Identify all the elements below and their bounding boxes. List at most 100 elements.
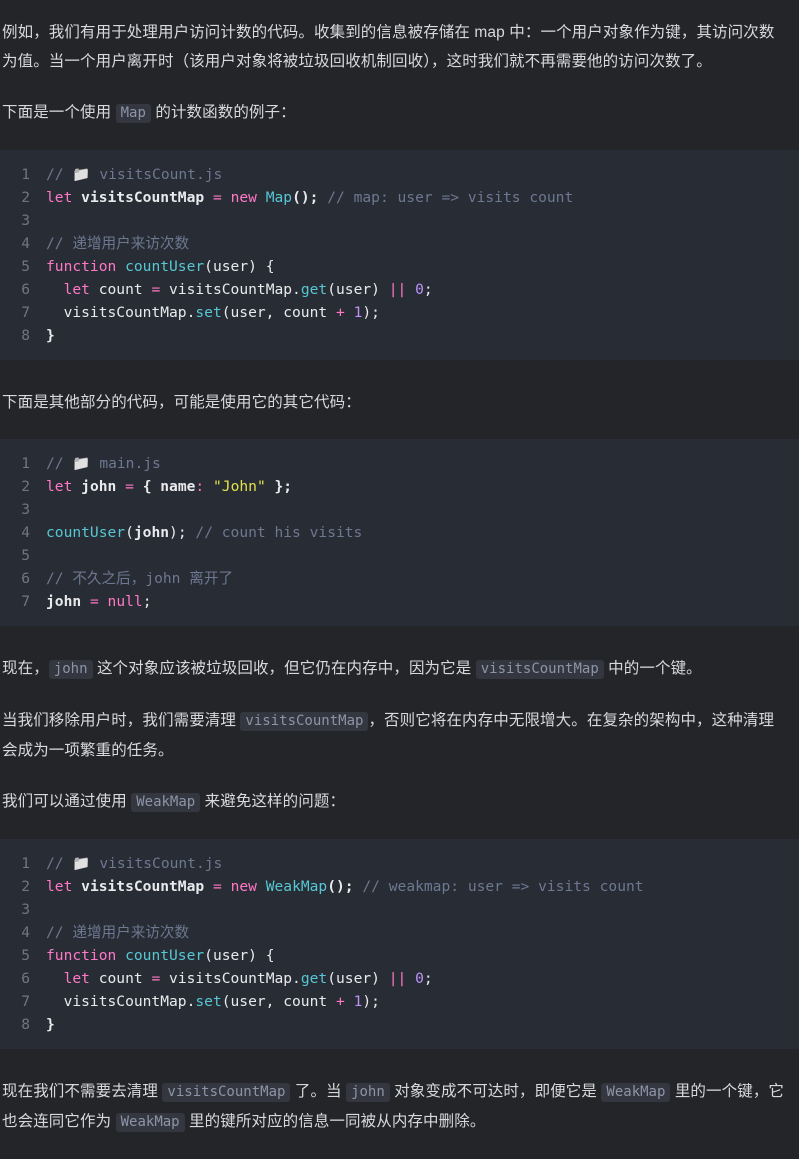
code-token: 📁 <box>72 455 91 472</box>
inline-code-weakmap: WeakMap <box>131 793 201 812</box>
code-line-content: } <box>46 324 799 347</box>
code-line-content: visitsCountMap.set(user, count + 1); <box>46 990 799 1013</box>
code-token: let <box>63 281 90 298</box>
line-number: 5 <box>21 258 30 275</box>
code-token: count <box>98 281 143 298</box>
code-line: 1 // 📁 visitsCount.js <box>0 163 799 186</box>
code-block-main-js[interactable]: 1 // 📁 main.js 2 let john = { name: "John" … <box>0 439 799 626</box>
code-line: 4 // 递增用户来访次数 <box>0 921 799 944</box>
line-number: 4 <box>21 924 30 941</box>
text-fragment: 现在我们不需要去清理 <box>2 1083 163 1100</box>
code-token: ); <box>169 524 187 541</box>
text-fragment: 了。当 <box>290 1083 347 1100</box>
code-line: 8} <box>0 1013 799 1036</box>
code-token: 📁 <box>72 166 91 183</box>
line-number: 1 <box>21 855 30 872</box>
code-token: // 递增用户来访次数 <box>46 235 190 252</box>
code-token: visitsCountMap. <box>46 304 196 321</box>
paragraph-example-intro: 下面是一个使用 Map 的计数函数的例子： <box>0 98 799 128</box>
code-token: // count his visits <box>195 524 363 541</box>
code-token: (user) <box>327 281 389 298</box>
code-token: john <box>46 593 82 610</box>
code-line-content: let count = visitsCountMap.get(user) || … <box>46 278 799 301</box>
code-token: 0 <box>415 970 424 987</box>
code-token: // 递增用户来访次数 <box>46 924 190 941</box>
code-line: 5 <box>0 544 799 567</box>
line-number: 6 <box>21 281 30 298</box>
line-number: 5 <box>21 547 30 564</box>
paragraph-remove-user: 当我们移除用户时，我们需要清理 visitsCountMap ，否则它将在内存中无… <box>0 706 799 765</box>
code-line-content: let visitsCountMap = new Map(); // map: … <box>46 186 799 209</box>
code-token: visitsCount.js <box>90 166 223 183</box>
line-number: 4 <box>21 524 30 541</box>
code-token: john <box>133 524 170 541</box>
line-number: 5 <box>21 947 30 964</box>
code-token: Map <box>265 189 293 206</box>
inline-code-map: Map <box>115 104 151 123</box>
code-line-content: // 不久之后，john 离开了 <box>46 567 799 590</box>
code-line: 2 let visitsCountMap = new Map(); // map:… <box>0 186 799 209</box>
code-token: visitsCountMap <box>81 189 205 206</box>
code-block-visitscount-weakmap[interactable]: 1 // 📁 visitsCount.js 2 let visitsCountMap … <box>0 839 799 1049</box>
inline-code-weakmap: WeakMap <box>115 1113 185 1132</box>
code-token: ( <box>125 524 134 541</box>
text-fragment: 对象变成不可达时，即便它是 <box>389 1083 602 1100</box>
code-line: 3 <box>0 498 799 521</box>
code-line: 7 visitsCountMap.set(user, count + 1); <box>0 301 799 324</box>
code-token: new <box>230 189 257 206</box>
line-number: 3 <box>21 212 30 229</box>
code-token: ) { <box>248 258 275 275</box>
code-token: john <box>81 478 117 495</box>
code-block-visitscount-map[interactable]: 1 // 📁 visitsCount.js 2 let visitsCountMap … <box>0 150 799 360</box>
paragraph-intro: 例如，我们有用于处理用户访问计数的代码。收集到的信息被存储在 map 中：一个用… <box>2 24 775 70</box>
code-token: } <box>46 327 55 344</box>
code-token: // 不久之后，john 离开了 <box>46 570 234 587</box>
code-token: 📁 <box>72 855 91 872</box>
code-line: 5 function countUser(user) { <box>0 944 799 967</box>
code-token: WeakMap <box>265 878 328 895</box>
code-token: user <box>212 258 249 275</box>
code-line: 8} <box>0 324 799 347</box>
code-token: "John" <box>213 478 266 495</box>
code-token: (); <box>292 189 319 206</box>
text-fragment: 下面是一个使用 <box>2 104 116 121</box>
inline-code-visitscountmap: visitsCountMap <box>475 660 604 679</box>
code-token: : <box>195 478 205 495</box>
code-line-content: // 递增用户来访次数 <box>46 232 799 255</box>
code-line: 7 john = null; <box>0 590 799 613</box>
code-line-content: let visitsCountMap = new WeakMap(); // w… <box>46 875 799 898</box>
code-line: 3 <box>0 898 799 921</box>
text-fragment: 里的键所对应的信息一同被从内存中删除。 <box>184 1113 486 1130</box>
code-token: function <box>46 947 117 964</box>
code-token: = <box>151 281 161 298</box>
inline-code-john: john <box>48 660 93 679</box>
line-number: 2 <box>21 189 30 206</box>
line-number: 7 <box>21 593 30 610</box>
code-token: || <box>388 970 407 987</box>
code-token: visitsCountMap <box>81 878 205 895</box>
paragraph-final-cleanup: 现在我们不需要去清理 visitsCountMap 了。当 john 对象变成不… <box>0 1077 799 1137</box>
code-token: get <box>300 281 328 298</box>
line-number: 1 <box>21 455 30 472</box>
code-token: + <box>335 993 345 1010</box>
code-token: = <box>125 478 134 495</box>
code-token: countUser <box>46 524 126 541</box>
code-line: 4 // 递增用户来访次数 <box>0 232 799 255</box>
paragraph-now-john: 现在， john 这个对象应该被垃圾回收，但它仍在内存中，因为它是 visitsC… <box>0 654 799 684</box>
code-token: // weakmap: user => visits count <box>362 878 644 895</box>
line-number: 6 <box>21 970 30 987</box>
code-token: (); <box>327 878 354 895</box>
